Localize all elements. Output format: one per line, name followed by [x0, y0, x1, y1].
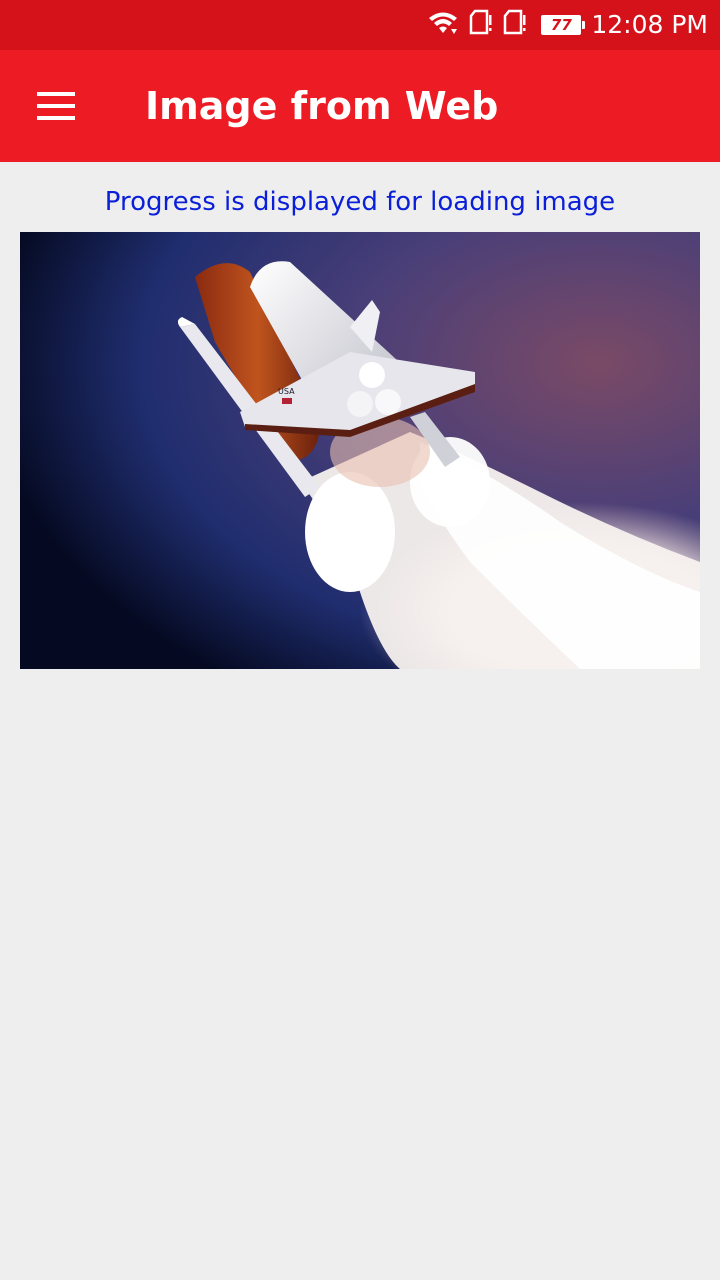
hamburger-menu-button[interactable]	[20, 70, 92, 142]
sim-card-icon	[469, 9, 493, 41]
shuttle-usa-marking: USA	[278, 387, 295, 396]
wifi-icon	[427, 9, 459, 41]
status-clock: 12:08 PM	[591, 10, 708, 39]
progress-caption: Progress is displayed for loading image	[104, 187, 616, 217]
sim-card-icon	[503, 9, 527, 41]
hamburger-menu-icon	[37, 92, 75, 120]
battery-icon: 77	[541, 15, 586, 35]
status-icons: 77 12:08 PM	[417, 0, 708, 50]
app-bar: Image from Web	[0, 50, 720, 162]
page-title: Image from Web	[145, 84, 499, 128]
web-image: USA	[20, 232, 700, 669]
status-bar: 77 12:08 PM	[0, 0, 720, 50]
battery-level: 77	[550, 15, 572, 34]
space-shuttle-image: USA	[20, 232, 700, 669]
